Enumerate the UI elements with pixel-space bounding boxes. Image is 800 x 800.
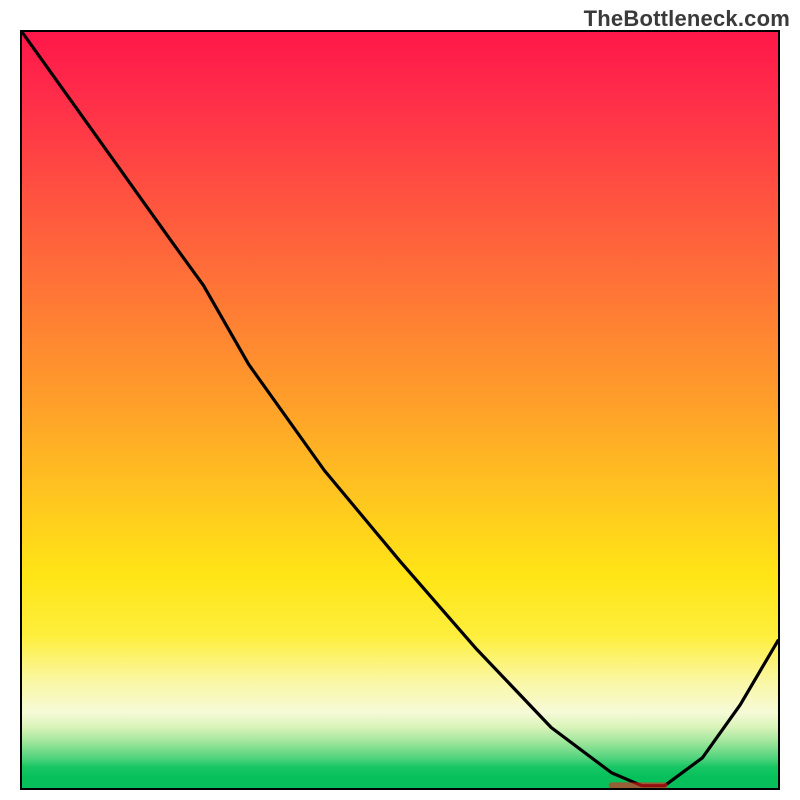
chart-overlay	[22, 32, 778, 788]
bottleneck-curve	[22, 32, 778, 786]
plot-area	[20, 30, 780, 790]
chart-container: TheBottleneck.com	[0, 0, 800, 800]
watermark-text: TheBottleneck.com	[584, 6, 790, 32]
